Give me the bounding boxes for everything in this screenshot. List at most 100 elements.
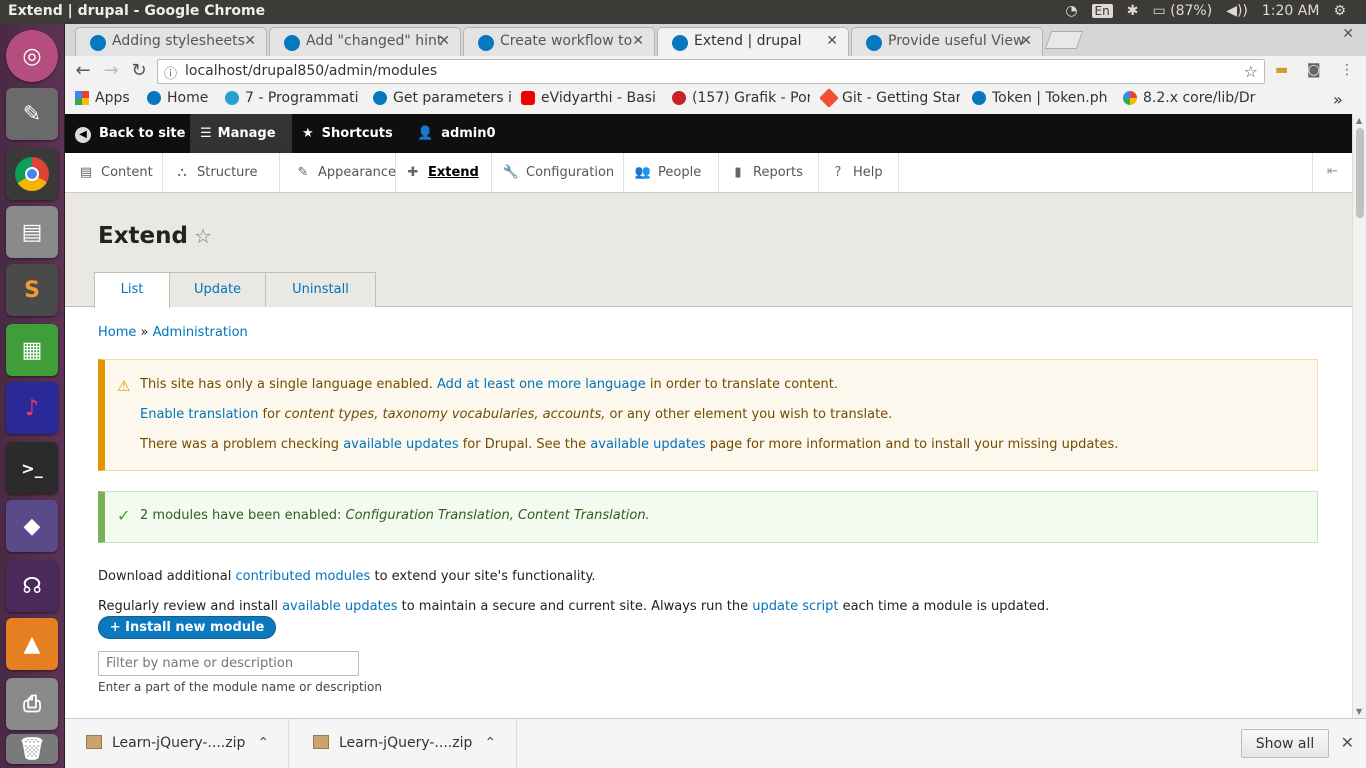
volume-icon[interactable]: ◀)) — [1226, 3, 1248, 19]
download-item[interactable]: Learn-jQuery-....zip ⌃ — [289, 719, 517, 768]
battery-indicator[interactable]: ▭ (87%) — [1152, 3, 1212, 19]
close-tab-icon[interactable]: ✕ — [826, 33, 838, 49]
contributed-modules-paragraph: Download additional contributed modules … — [98, 569, 596, 584]
close-download-shelf-icon[interactable]: ✕ — [1341, 733, 1354, 752]
install-new-module-button[interactable]: + Install new module — [98, 616, 276, 639]
back-arrow-icon[interactable]: ← — [72, 60, 94, 82]
enable-translation-link[interactable]: Enable translation — [140, 407, 258, 422]
chevron-up-icon[interactable]: ⌃ — [484, 735, 496, 751]
sublime-text-icon[interactable]: S — [6, 264, 58, 316]
module-filter-input[interactable] — [98, 651, 359, 676]
show-all-downloads-button[interactable]: Show all — [1241, 729, 1329, 758]
download-item[interactable]: Learn-jQuery-....zip ⌃ — [65, 719, 289, 768]
close-tab-icon[interactable]: ✕ — [1020, 33, 1032, 49]
browser-tab[interactable]: Provide useful View ✕ — [851, 27, 1043, 56]
menu-label: Extend — [428, 165, 479, 180]
bookmark-item[interactable]: Token | Token.ph — [972, 90, 1110, 106]
browser-tab-active[interactable]: Extend | drupal ✕ — [657, 27, 849, 56]
chevron-up-icon[interactable]: ⌃ — [257, 735, 269, 751]
trash-icon[interactable]: 🗑 — [6, 734, 58, 764]
menu-configuration[interactable]: 🔧 Configuration — [492, 153, 624, 192]
clock[interactable]: 1:20 AM — [1262, 3, 1320, 19]
scrollbar-thumb[interactable] — [1356, 128, 1364, 218]
bookmark-star-icon[interactable]: ☆ — [1244, 62, 1258, 81]
available-updates-link[interactable]: available updates — [343, 437, 458, 452]
breadcrumb-separator: » — [140, 325, 149, 340]
menu-help[interactable]: ? Help — [819, 153, 899, 192]
wifi-icon[interactable]: ◔ — [1065, 3, 1077, 19]
camera-extension-icon[interactable]: ◙ — [1307, 62, 1321, 78]
terminal-icon[interactable]: >_ — [6, 442, 58, 494]
page-viewport: ◀ Back to site ☰ Manage ★ Shortcuts 👤 admin0… — [65, 114, 1352, 718]
ubuntu-dash-icon[interactable]: ◎ — [6, 30, 58, 82]
tray-orientation-toggle-icon[interactable]: ⇤ — [1312, 153, 1352, 192]
page-scrollbar[interactable]: ▲ ▼ — [1352, 114, 1366, 718]
close-tab-icon[interactable]: ✕ — [632, 33, 644, 49]
bookmark-item[interactable]: Git - Getting Star — [819, 88, 960, 108]
manage-tab[interactable]: ☰ Manage — [190, 114, 292, 153]
updates-paragraph: Regularly review and install available u… — [98, 599, 1049, 614]
unknown-app-icon[interactable]: ◆ — [6, 500, 58, 552]
paintbrush-icon: ✎ — [297, 165, 309, 180]
reload-icon[interactable]: ↻ — [128, 60, 150, 82]
breadcrumb-administration-link[interactable]: Administration — [153, 325, 248, 340]
tab-list[interactable]: List — [94, 272, 170, 308]
printer-icon[interactable]: ⎙ — [6, 678, 58, 730]
browser-tab[interactable]: Adding stylesheets ✕ — [75, 27, 267, 56]
extension-icon[interactable]: ▬ — [1275, 62, 1288, 78]
menu-extend[interactable]: ✚ Extend — [396, 153, 492, 192]
bookmark-item[interactable]: eVidyarthi - Basi — [521, 90, 659, 106]
bookmark-apps[interactable]: Apps — [75, 90, 130, 106]
menu-content[interactable]: ▤ Content — [65, 153, 163, 192]
available-updates-link[interactable]: available updates — [282, 599, 397, 614]
bookmarks-overflow-button[interactable]: » — [1333, 90, 1343, 109]
breadcrumb-home-link[interactable]: Home — [98, 325, 136, 340]
headphones-icon[interactable]: ☊ — [6, 560, 58, 612]
power-gear-icon[interactable]: ⚙ — [1333, 3, 1346, 19]
back-to-site-link[interactable]: ◀ Back to site — [75, 114, 190, 153]
bookmark-item[interactable]: 8.2.x core/lib/Dr — [1123, 90, 1261, 106]
chrome-icon[interactable] — [6, 148, 58, 200]
address-bar[interactable]: ⓘ localhost/drupal850/admin/modules ☆ — [157, 59, 1265, 84]
forward-arrow-icon[interactable]: → — [100, 60, 122, 82]
chrome-menu-icon[interactable]: ⋮ — [1340, 62, 1354, 78]
window-close-icon[interactable]: ✕ — [1342, 26, 1354, 42]
bookmark-item[interactable]: Get parameters i — [373, 90, 511, 106]
bookmark-home[interactable]: Home — [147, 90, 208, 106]
add-language-link[interactable]: Add at least one more language — [437, 377, 646, 392]
url-text[interactable]: localhost/drupal850/admin/modules — [185, 63, 437, 79]
user-tab[interactable]: 👤 admin0 — [417, 114, 496, 153]
update-script-link[interactable]: update script — [752, 599, 838, 614]
libreoffice-calc-icon[interactable]: ▦ — [6, 324, 58, 376]
contributed-modules-link[interactable]: contributed modules — [235, 569, 370, 584]
input-language-indicator[interactable]: En — [1091, 4, 1113, 18]
document-icon: ▤ — [79, 165, 93, 180]
admin-toolbar: ◀ Back to site ☰ Manage ★ Shortcuts 👤 admin0 — [65, 114, 1352, 153]
menu-people[interactable]: 👥 People — [624, 153, 719, 192]
add-shortcut-star-icon[interactable]: ☆ — [194, 224, 212, 248]
audacity-icon[interactable]: ♪ — [6, 382, 58, 434]
close-tab-icon[interactable]: ✕ — [244, 33, 256, 49]
scroll-down-arrow-icon[interactable]: ▼ — [1356, 707, 1362, 716]
menu-structure[interactable]: ⛬ Structure — [163, 153, 280, 192]
files-icon[interactable]: ▤ — [6, 206, 58, 258]
system-settings-icon[interactable]: ✎ — [6, 88, 58, 140]
info-icon[interactable]: ⓘ — [164, 63, 177, 82]
available-updates-link[interactable]: available updates — [590, 437, 705, 452]
browser-tab[interactable]: Create workflow to ✕ — [463, 27, 655, 56]
scroll-up-arrow-icon[interactable]: ▲ — [1356, 116, 1362, 125]
menu-appearance[interactable]: ✎ Appearance — [280, 153, 396, 192]
new-tab-button[interactable] — [1044, 31, 1084, 49]
shortcuts-tab[interactable]: ★ Shortcuts — [302, 114, 393, 153]
tab-uninstall[interactable]: Uninstall — [265, 272, 376, 307]
tab-update[interactable]: Update — [169, 272, 266, 307]
git-favicon-icon — [819, 88, 839, 108]
close-tab-icon[interactable]: ✕ — [438, 33, 450, 49]
vlc-icon[interactable]: ▲ — [6, 618, 58, 670]
bookmark-item[interactable]: (157) Grafik - Por — [672, 90, 810, 106]
bookmark-item[interactable]: 7 - Programmati — [225, 90, 363, 106]
download-filename: Learn-jQuery-....zip — [112, 735, 246, 751]
bluetooth-icon[interactable]: ✱ — [1127, 3, 1139, 19]
menu-reports[interactable]: ▮ Reports — [719, 153, 819, 192]
browser-tab[interactable]: Add "changed" hint ✕ — [269, 27, 461, 56]
